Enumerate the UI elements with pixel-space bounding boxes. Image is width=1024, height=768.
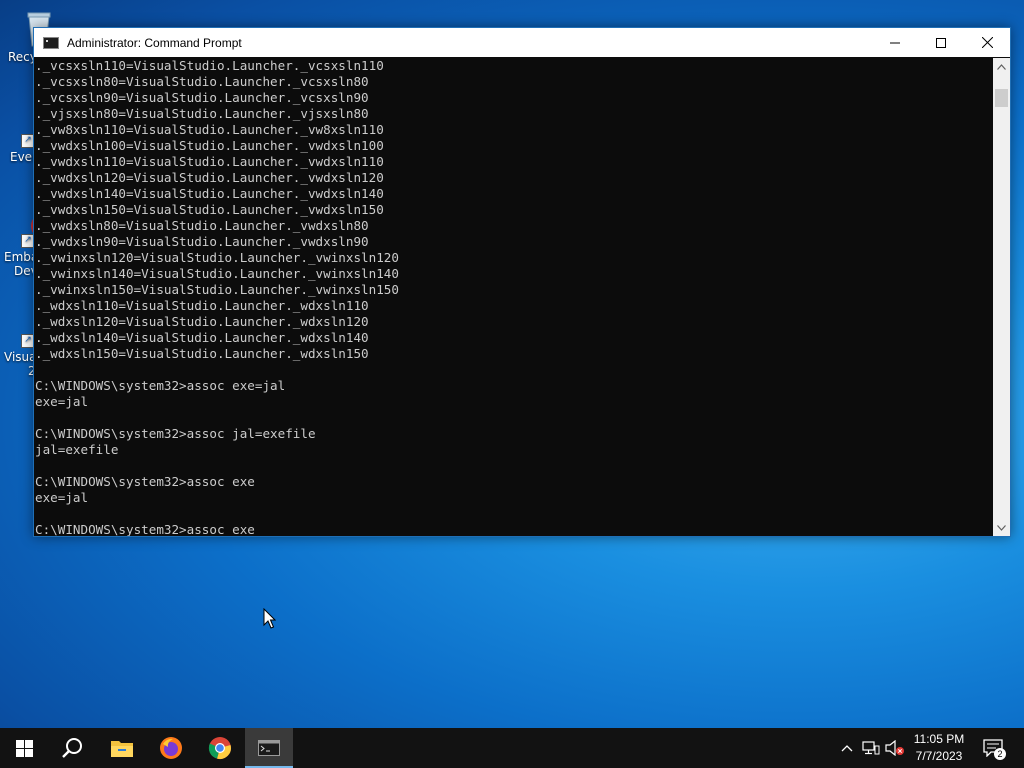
taskbar-firefox[interactable] [147, 728, 195, 768]
chevron-up-icon [997, 63, 1006, 70]
console-text: ._vcsxsln110=VisualStudio.Launcher._vcsx… [35, 58, 399, 536]
minimize-icon [890, 42, 900, 43]
taskbar-clock[interactable]: 11:05 PM 7/7/2023 [903, 731, 975, 765]
command-prompt-window[interactable]: Administrator: Command Prompt ._vcsxsln1… [33, 27, 1011, 537]
chevron-down-icon [997, 524, 1006, 531]
clock-date: 7/7/2023 [915, 749, 963, 763]
clock-time: 11:05 PM [913, 732, 965, 746]
scroll-up-button[interactable] [993, 58, 1010, 75]
console-output[interactable]: ._vcsxsln110=VisualStudio.Launcher._vcsx… [34, 58, 993, 536]
start-button[interactable] [0, 728, 48, 768]
command-prompt-icon [258, 740, 280, 756]
file-explorer-icon [111, 741, 133, 757]
search-icon [62, 738, 82, 758]
close-button[interactable] [964, 28, 1010, 57]
close-icon [981, 37, 993, 48]
maximize-button[interactable] [918, 28, 964, 57]
chevron-up-icon [841, 744, 853, 751]
vertical-scrollbar[interactable] [993, 58, 1010, 536]
taskbar-chrome[interactable] [196, 728, 244, 768]
window-titlebar[interactable]: Administrator: Command Prompt [34, 28, 1010, 57]
network-tray-button[interactable] [860, 728, 882, 768]
command-prompt-icon [43, 36, 59, 49]
taskbar-command-prompt[interactable] [245, 728, 293, 768]
taskbar-file-explorer[interactable] [98, 728, 146, 768]
search-button[interactable] [48, 728, 96, 768]
windows-logo-icon [15, 739, 33, 757]
scrollbar-thumb[interactable] [995, 89, 1008, 107]
window-title: Administrator: Command Prompt [67, 35, 242, 50]
network-icon [862, 741, 880, 755]
minimize-button[interactable] [872, 28, 918, 57]
action-center-button[interactable]: 2 [978, 728, 1008, 768]
scroll-down-button[interactable] [993, 519, 1010, 536]
volume-muted-icon [885, 740, 904, 756]
notification-count-badge: 2 [994, 748, 1006, 760]
firefox-icon [160, 737, 182, 759]
show-hidden-icons-button[interactable] [838, 728, 856, 768]
maximize-icon [936, 37, 946, 48]
taskbar: 11:05 PM 7/7/2023 2 [0, 728, 1024, 768]
mouse-pointer-icon [263, 607, 277, 633]
chrome-icon [208, 737, 231, 759]
